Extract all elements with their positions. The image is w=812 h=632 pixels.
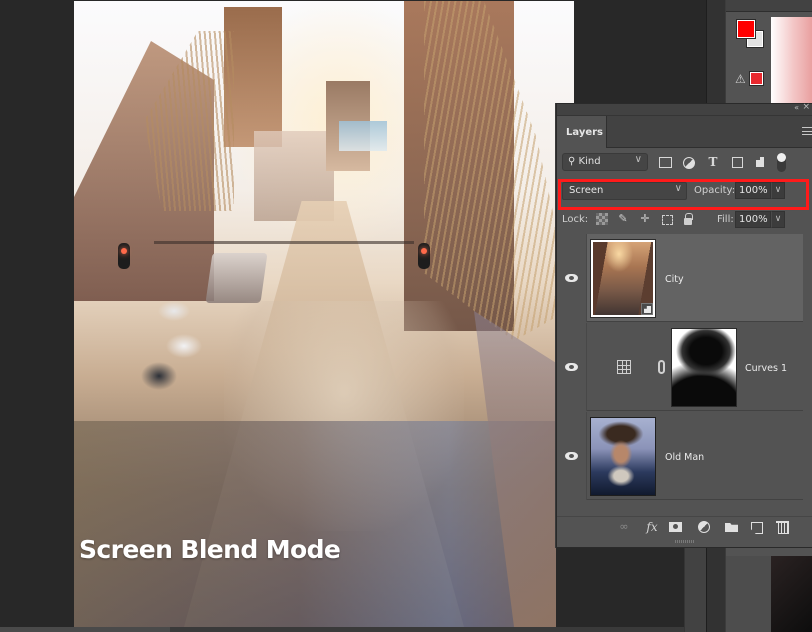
layer-name[interactable]: Old Man: [665, 452, 704, 463]
layer-mask-thumbnail[interactable]: [671, 328, 737, 407]
eye-icon: [565, 274, 578, 282]
visibility-toggle[interactable]: [557, 323, 587, 411]
close-panel-button[interactable]: ×: [802, 102, 810, 112]
lock-all-icon[interactable]: [682, 213, 694, 225]
canvas-caption: Screen Blend Mode: [79, 535, 341, 564]
new-layer-icon[interactable]: [750, 521, 764, 533]
dock-separator: [684, 548, 706, 632]
pixel-filter-icon[interactable]: [658, 155, 672, 169]
fill-label: Fill:: [717, 214, 734, 225]
lock-image-pixels-icon[interactable]: ✎: [617, 213, 629, 225]
color-picker-field[interactable]: [771, 17, 812, 103]
artwork-traffic-light: [418, 243, 430, 269]
fill-slider-dropdown[interactable]: ∨: [771, 211, 785, 228]
smart-object-badge-icon: [641, 303, 653, 315]
layer-list: City Curves 1 Old Man: [557, 234, 803, 504]
collapse-panel-button[interactable]: «: [794, 103, 799, 112]
artwork-bus: [205, 253, 268, 303]
opacity-slider-dropdown[interactable]: ∨: [771, 182, 785, 199]
link-layers-icon[interactable]: ∞: [617, 521, 631, 533]
add-mask-icon[interactable]: [669, 521, 683, 533]
chevron-down-icon: ∨: [634, 154, 642, 165]
adjustment-filter-icon[interactable]: [681, 155, 695, 169]
artwork-billboard: [339, 121, 387, 151]
gamut-correction-swatch[interactable]: [749, 71, 764, 86]
new-adjustment-layer-icon[interactable]: [697, 521, 711, 533]
layer-name[interactable]: Curves 1: [745, 363, 787, 374]
lock-label: Lock:: [562, 214, 589, 225]
blend-mode-value: Screen: [569, 185, 604, 196]
filter-kind-label: Kind: [578, 156, 601, 167]
canvas-horizontal-scrollbar[interactable]: [0, 627, 706, 632]
lock-artboard-icon[interactable]: [661, 213, 673, 225]
artwork-traffic-light: [118, 243, 130, 269]
panel-resize-grip[interactable]: [675, 540, 695, 543]
dock-column: [726, 556, 771, 632]
new-group-folder-icon[interactable]: [725, 521, 739, 533]
artwork-traffic-pole: [154, 241, 414, 244]
photoshop-window: Screen Blend Mode ⚠ « × Layers ⚲ Kind ∨ …: [0, 0, 812, 632]
layer-row-old-man[interactable]: Old Man: [557, 412, 803, 500]
layer-filter-row: ⚲ Kind ∨ T: [557, 150, 812, 174]
type-filter-icon[interactable]: T: [706, 155, 720, 169]
artwork-parked-cars: [114, 291, 204, 401]
layer-name[interactable]: City: [665, 274, 684, 285]
document-canvas[interactable]: Screen Blend Mode: [74, 1, 574, 627]
dock-titlebar: [726, 0, 812, 12]
lock-transparent-pixels-icon[interactable]: [596, 213, 608, 225]
lower-dock-area: [726, 556, 812, 632]
search-icon: ⚲: [568, 156, 576, 167]
fill-input[interactable]: 100%: [735, 211, 771, 228]
panel-menu-icon[interactable]: [802, 127, 812, 135]
shape-filter-icon[interactable]: [730, 155, 744, 169]
layer-thumbnail[interactable]: [590, 239, 656, 318]
panel-titlebar[interactable]: « ×: [557, 102, 812, 116]
foreground-color-swatch[interactable]: [736, 19, 756, 39]
lock-row: Lock: ✎ ✛ Fill: 100% ∨: [557, 210, 812, 230]
eye-icon: [565, 452, 578, 460]
tab-layers[interactable]: Layers: [557, 116, 607, 148]
delete-layer-trash-icon[interactable]: [776, 521, 790, 534]
chevron-down-icon: ∨: [674, 183, 682, 194]
eye-icon: [565, 363, 578, 371]
blend-mode-select[interactable]: Screen ∨: [562, 182, 687, 200]
layer-row-curves[interactable]: Curves 1: [557, 323, 803, 411]
opacity-input[interactable]: 100%: [735, 182, 771, 199]
layer-row-city[interactable]: City: [557, 234, 803, 322]
dock-preview: [771, 556, 812, 632]
filter-toggle-switch[interactable]: [777, 153, 786, 172]
blend-row: Screen ∨ Opacity: 100% ∨: [557, 180, 812, 202]
panel-tabbar: Layers: [557, 116, 812, 148]
curves-adjustment-icon[interactable]: [617, 360, 631, 374]
visibility-toggle[interactable]: [557, 234, 587, 322]
filter-kind-select[interactable]: ⚲ Kind ∨: [562, 153, 648, 171]
lock-position-icon[interactable]: ✛: [639, 213, 651, 225]
scrollbar-thumb[interactable]: [0, 627, 170, 632]
visibility-toggle[interactable]: [557, 412, 587, 500]
mask-link-icon[interactable]: [658, 360, 665, 374]
gamut-warning-icon[interactable]: ⚠: [735, 72, 746, 86]
layer-thumbnail[interactable]: [590, 417, 656, 496]
opacity-label: Opacity:: [694, 185, 736, 196]
layer-style-fx-icon[interactable]: fx: [645, 521, 659, 533]
layers-panel: « × Layers ⚲ Kind ∨ T Screen ∨ Opacity: …: [556, 102, 812, 548]
smart-object-filter-icon[interactable]: [753, 155, 767, 169]
layers-bottom-toolbar: ∞ fx: [557, 516, 812, 536]
